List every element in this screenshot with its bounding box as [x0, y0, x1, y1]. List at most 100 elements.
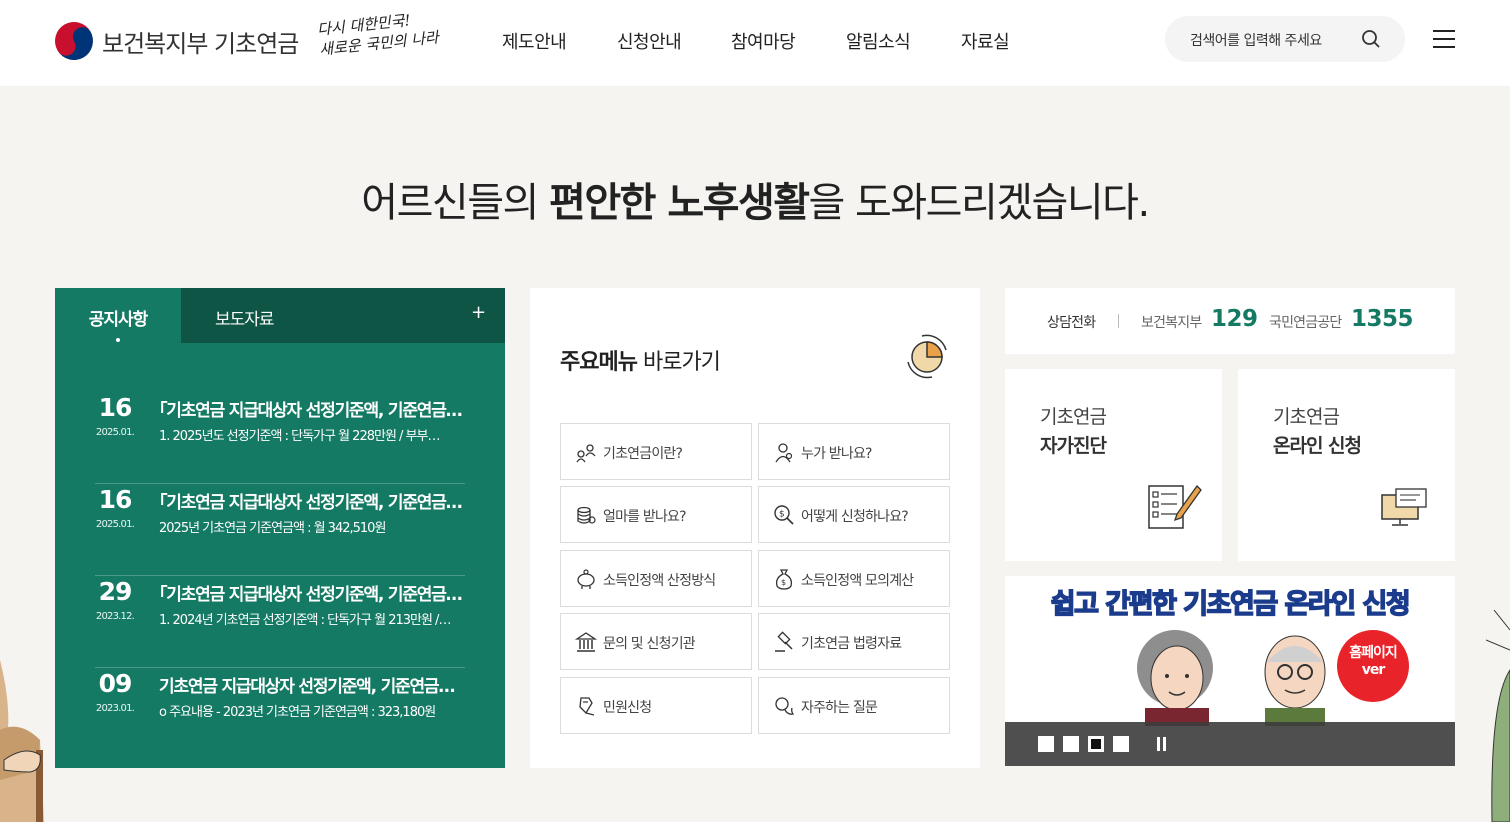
notice-item[interactable]: 09 2023.01. 기초연금 지급대상자 선정기준액, 기준연금액… o 주…: [95, 669, 465, 760]
card-title-line1: 기초연금: [1040, 406, 1107, 428]
nav-item-archive[interactable]: 자료실: [961, 28, 1010, 54]
nav-item-participation[interactable]: 참여마당: [731, 28, 796, 54]
more-plus-icon[interactable]: +: [471, 302, 486, 323]
main-menu-title-rest: 바로가기: [636, 350, 721, 375]
menu-btn-who-receives[interactable]: 누가 받나요?: [758, 423, 950, 480]
notice-summary: 1. 2025년도 선정기준액 : 단독가구 월 228만원 / 부부…: [159, 429, 440, 444]
institution-icon: [575, 632, 597, 652]
elderly-illustration-right-icon: [1486, 610, 1510, 822]
main-menu-panel: 주요메뉴 바로가기 기초연금이란? 누가 받나요? 얼마를 받나요? $ 어떻게…: [530, 288, 980, 768]
slide-indicator-1[interactable]: [1038, 736, 1054, 752]
notice-item[interactable]: 16 2025.01. ｢기초연금 지급대상자 선정기준액, 기준연금… 202…: [95, 485, 465, 576]
homepage-version-badge: 홈페이지 ver: [1337, 630, 1409, 702]
menu-btn-label: 얼마를 받나요?: [603, 509, 687, 525]
tab-notices[interactable]: 공지사항: [55, 288, 181, 343]
notice-day: 29: [98, 577, 133, 606]
menu-btn-civil-petition[interactable]: 민원신청: [560, 677, 752, 734]
notice-summary: 2025년 기초연금 기준연금액 : 월 342,510원: [159, 521, 386, 536]
menu-btn-how-much[interactable]: 얼마를 받나요?: [560, 486, 752, 543]
person-search-icon: [775, 443, 793, 463]
hero-emphasis: 편안한 노후생활: [549, 180, 810, 226]
notice-title[interactable]: 기초연금 지급대상자 선정기준액, 기준연금액…: [159, 672, 465, 697]
pie-chart-cycle-icon: [907, 334, 947, 379]
menu-btn-legal-materials[interactable]: 기초연금 법령자료: [758, 613, 950, 670]
menu-btn-faq[interactable]: 자주하는 질문: [758, 677, 950, 734]
menu-btn-label: 누가 받나요?: [801, 446, 872, 462]
slogan: 다시 대한민국! 새로운 국민의 나라: [316, 8, 439, 59]
menu-btn-how-to-apply[interactable]: $ 어떻게 신청하나요?: [758, 486, 950, 543]
svg-text:$: $: [781, 578, 786, 587]
notice-summary: o 주요내용 - 2023년 기초연금 기준연금액 : 323,180원: [159, 705, 436, 720]
logo-text: 보건복지부 기초연금: [102, 29, 299, 58]
banner-title: 쉽고 간편한 기초연금 온라인 신청: [1050, 588, 1411, 621]
menu-btn-label: 어떻게 신청하나요?: [801, 509, 909, 525]
chat-bubbles-icon: [775, 697, 795, 715]
notice-panel: 공지사항 보도자료 + 16 2025.01. ｢기초연금 지급대상자 선정기준…: [55, 288, 505, 768]
notice-day: 09: [98, 669, 133, 698]
card-title-line2: 온라인 신청: [1273, 435, 1362, 457]
svg-text:$: $: [779, 510, 785, 520]
promo-banner[interactable]: 쉽고 간편한 기초연금 온라인 신청 홈페이지 ver: [1005, 576, 1455, 766]
badge-line-1: 홈페이지: [1349, 645, 1398, 661]
coin-stack-icon: [577, 506, 596, 524]
card-online-application[interactable]: 기초연금 온라인 신청: [1238, 369, 1455, 561]
card-title-line1: 기초연금: [1273, 406, 1340, 428]
notice-item[interactable]: 29 2023.12. ｢기초연금 지급대상자 선정기준액, 기준연금… 1. …: [95, 577, 465, 668]
menu-btn-label: 소득인정액 모의계산: [801, 573, 914, 589]
menu-btn-what-is-pension[interactable]: 기초연금이란?: [560, 423, 752, 480]
tab-press-releases[interactable]: 보도자료: [215, 305, 275, 330]
hamburger-menu-icon[interactable]: [1433, 30, 1455, 48]
contact-number-129[interactable]: 129: [1211, 306, 1258, 332]
nav-item-application-guide[interactable]: 신청안내: [617, 28, 682, 54]
nav-item-news[interactable]: 알림소식: [846, 28, 911, 54]
site-header: 보건복지부 기초연금 다시 대한민국! 새로운 국민의 나라 제도안내 신청안내…: [0, 0, 1510, 86]
taegeuk-emblem-icon: [48, 15, 100, 67]
site-logo[interactable]: 보건복지부 기초연금: [48, 15, 299, 67]
notice-summary: 1. 2024년 기초연금 선정기준액 : 단독가구 월 213만원 /…: [159, 613, 451, 628]
main-menu-title-bold: 주요메뉴: [560, 350, 638, 375]
search-icon[interactable]: [1361, 29, 1381, 49]
menu-btn-label: 소득인정액 산정방식: [603, 573, 716, 589]
badge-line-2: ver: [1361, 662, 1386, 678]
slide-indicator-4[interactable]: [1113, 736, 1129, 752]
notice-date: 2023.12.: [95, 611, 135, 622]
notice-title[interactable]: ｢기초연금 지급대상자 선정기준액, 기준연금…: [159, 580, 465, 605]
menu-btn-label: 문의 및 신청기관: [603, 636, 696, 652]
menu-btn-label: 자주하는 질문: [801, 700, 878, 716]
contact-org-mohw: 보건복지부: [1141, 315, 1202, 331]
contact-phone-box: 상담전화 보건복지부 129 국민연금공단 1355: [1005, 288, 1455, 354]
menu-btn-label: 민원신청: [603, 700, 652, 716]
computer-monitor-icon: [1381, 488, 1427, 526]
search-box[interactable]: 검색어를 입력해 주세요: [1165, 16, 1405, 62]
money-bag-icon: $: [775, 569, 793, 590]
search-input[interactable]: 검색어를 입력해 주세요: [1190, 30, 1322, 50]
hero-suffix: 을 도와드리겠습니다.: [808, 180, 1151, 226]
contact-org-nps: 국민연금공단: [1269, 315, 1342, 331]
people-coins-icon: [576, 444, 596, 463]
contact-label: 상담전화: [1047, 315, 1096, 331]
slide-indicator-2[interactable]: [1063, 736, 1079, 752]
nav-item-system-guide[interactable]: 제도안내: [502, 28, 567, 54]
grandmother-illustration-icon: [1137, 630, 1213, 726]
hand-document-icon: [579, 697, 595, 716]
notice-date: 2025.01.: [95, 519, 135, 530]
main-menu-title: 주요메뉴 바로가기: [560, 344, 721, 376]
hero-headline: 어르신들의 편안한 노후생활을 도와드리겠습니다.: [0, 170, 1510, 228]
menu-btn-income-simulator[interactable]: $ 소득인정액 모의계산: [758, 550, 950, 607]
menu-btn-income-method[interactable]: 소득인정액 산정방식: [560, 550, 752, 607]
notice-item[interactable]: 16 2025.01. ｢기초연금 지급대상자 선정기준액, 기준연금… 1. …: [95, 393, 465, 484]
menu-btn-institutions[interactable]: 문의 및 신청기관: [560, 613, 752, 670]
divider: [1118, 314, 1119, 328]
piggy-bank-icon: [577, 569, 595, 589]
card-title-line2: 자가진단: [1040, 435, 1107, 457]
contact-number-1355[interactable]: 1355: [1351, 306, 1414, 332]
notice-title[interactable]: ｢기초연금 지급대상자 선정기준액, 기준연금…: [159, 488, 465, 513]
notice-title[interactable]: ｢기초연금 지급대상자 선정기준액, 기준연금…: [159, 396, 465, 421]
elderly-illustration-left-icon: [0, 660, 44, 822]
slide-indicator-3[interactable]: [1088, 736, 1104, 752]
notice-date: 2023.01.: [95, 703, 135, 714]
menu-btn-label: 기초연금이란?: [603, 446, 683, 462]
card-self-diagnosis[interactable]: 기초연금 자가진단: [1005, 369, 1222, 561]
pause-icon[interactable]: [1155, 737, 1167, 751]
notice-day: 16: [98, 393, 133, 422]
